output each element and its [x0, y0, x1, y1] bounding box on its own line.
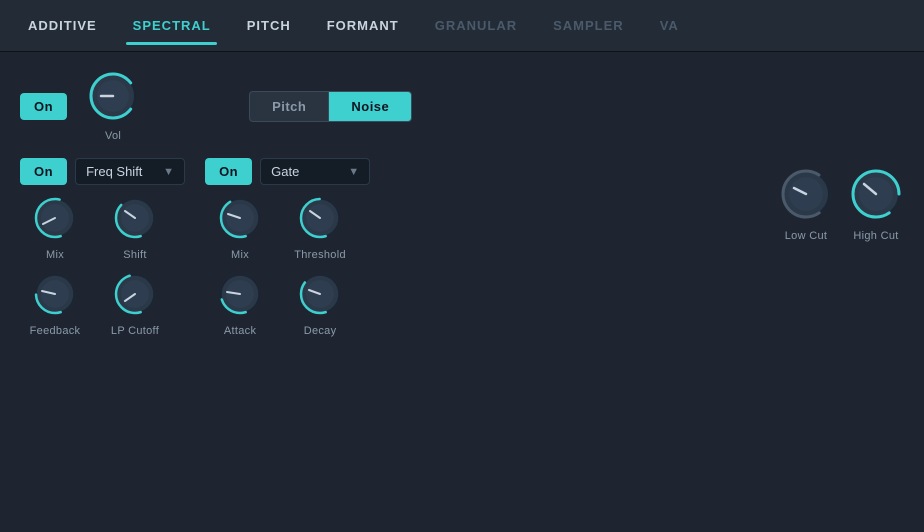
highcut-wrap: High Cut: [848, 166, 904, 242]
gate-dropdown-arrow: ▼: [348, 166, 359, 178]
gate-attack-knob[interactable]: [217, 271, 263, 317]
gate-mix-knob[interactable]: [217, 195, 263, 241]
gate-section: On Gate ▼ Mix: [205, 158, 370, 337]
tab-sampler[interactable]: SAMPLER: [535, 10, 642, 41]
vol-knob[interactable]: [87, 70, 139, 122]
tab-granular[interactable]: GRANULAR: [417, 10, 535, 41]
gate-dropdown[interactable]: Gate ▼: [260, 158, 370, 185]
gate-decay-label: Decay: [304, 325, 337, 337]
pitch-noise-segment: Pitch Noise: [249, 91, 412, 122]
freqshift-dropdown[interactable]: Freq Shift ▼: [75, 158, 185, 185]
gate-threshold-knob[interactable]: [297, 195, 343, 241]
lowcut-label: Low Cut: [785, 230, 827, 242]
filter-knobs-row: Low Cut High Cut: [778, 166, 904, 242]
gate-mix-wrap: Mix: [217, 195, 263, 261]
row2: On Freq Shift ▼ Mix: [20, 158, 904, 337]
tab-formant[interactable]: FORMANT: [309, 10, 417, 41]
highcut-label: High Cut: [853, 230, 898, 242]
gate-dropdown-label: Gate: [271, 164, 342, 179]
freqshift-lpcutoff-knob[interactable]: [112, 271, 158, 317]
freqshift-shift-knob[interactable]: [112, 195, 158, 241]
vol-on-button[interactable]: On: [20, 93, 67, 120]
gate-decay-wrap: Decay: [297, 271, 343, 337]
freqshift-feedback-label: Feedback: [30, 325, 81, 337]
freqshift-knob-grid: Mix Shift: [20, 195, 185, 337]
freqshift-lpcutoff-wrap: LP Cutoff: [111, 271, 159, 337]
gate-knob-grid: Mix Threshold: [205, 195, 370, 337]
gate-mix-label: Mix: [231, 249, 249, 261]
tab-spectral[interactable]: SPECTRAL: [115, 10, 229, 41]
tab-bar: ADDITIVE SPECTRAL PITCH FORMANT GRANULAR…: [0, 0, 924, 52]
gate-threshold-wrap: Threshold: [294, 195, 346, 261]
main-content: On Vol Pitch Noise On Fre: [0, 52, 924, 532]
gate-attack-wrap: Attack: [217, 271, 263, 337]
filter-section: Low Cut High Cut: [778, 166, 904, 242]
freqshift-shift-wrap: Shift: [112, 195, 158, 261]
row1: On Vol Pitch Noise: [20, 70, 904, 142]
pitch-button[interactable]: Pitch: [249, 91, 328, 122]
vol-knob-wrap: Vol: [87, 70, 139, 142]
freqshift-header: On Freq Shift ▼: [20, 158, 185, 185]
freqshift-section: On Freq Shift ▼ Mix: [20, 158, 185, 337]
freqshift-dropdown-arrow: ▼: [163, 166, 174, 178]
freqshift-feedback-wrap: Feedback: [30, 271, 81, 337]
tab-additive[interactable]: ADDITIVE: [10, 10, 115, 41]
freqshift-feedback-knob[interactable]: [32, 271, 78, 317]
freqshift-mix-label: Mix: [46, 249, 64, 261]
freqshift-lpcutoff-label: LP Cutoff: [111, 325, 159, 337]
gate-header: On Gate ▼: [205, 158, 370, 185]
freqshift-shift-label: Shift: [123, 249, 147, 261]
freqshift-on-button[interactable]: On: [20, 158, 67, 185]
gate-attack-label: Attack: [224, 325, 256, 337]
vol-label: Vol: [105, 130, 121, 142]
gate-decay-knob[interactable]: [297, 271, 343, 317]
tab-pitch[interactable]: PITCH: [229, 10, 309, 41]
lowcut-knob[interactable]: [778, 166, 834, 222]
freqshift-mix-wrap: Mix: [32, 195, 78, 261]
noise-button[interactable]: Noise: [328, 91, 412, 122]
freqshift-dropdown-label: Freq Shift: [86, 164, 157, 179]
gate-threshold-label: Threshold: [294, 249, 346, 261]
lowcut-wrap: Low Cut: [778, 166, 834, 242]
tab-va[interactable]: VA: [642, 10, 697, 41]
freqshift-mix-knob[interactable]: [32, 195, 78, 241]
gate-on-button[interactable]: On: [205, 158, 252, 185]
highcut-knob[interactable]: [848, 166, 904, 222]
